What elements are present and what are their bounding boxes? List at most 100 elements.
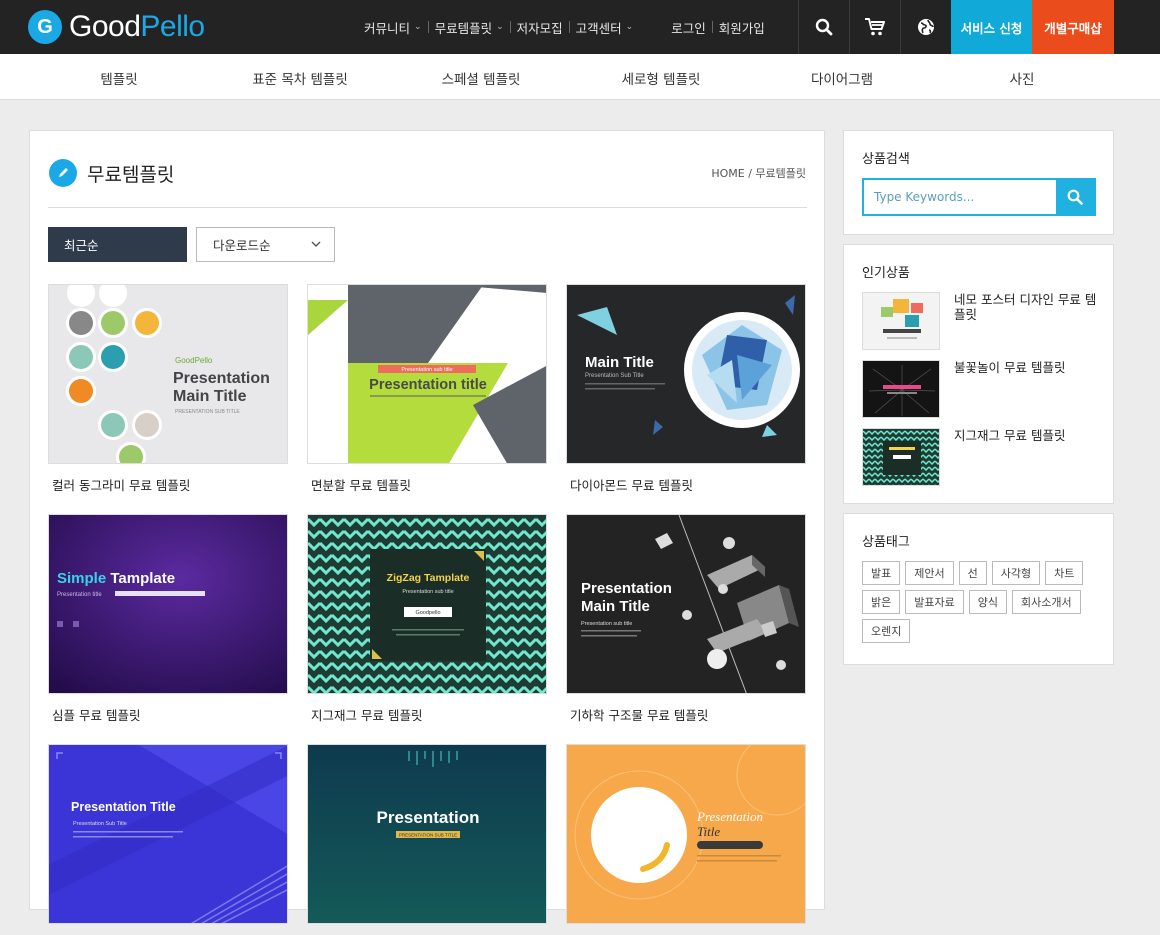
popular-products-widget: 인기상품 네모 포스터 디자인 무료 템플릿 불꽃놀이 무료 템플릿 지그재그 … bbox=[843, 244, 1114, 504]
tag[interactable]: 양식 bbox=[968, 590, 1007, 614]
menu-free-templates[interactable]: 무료템플릿 ⌄ bbox=[429, 18, 510, 37]
breadcrumb[interactable]: HOME / 무료템플릿 bbox=[711, 165, 806, 181]
search-icon bbox=[1067, 189, 1083, 205]
template-thumbnail[interactable]: GoodPello Presentation Main Title PRESEN… bbox=[48, 284, 288, 464]
template-title[interactable]: 컬러 동그라미 무료 템플릿 bbox=[52, 475, 288, 494]
popular-item[interactable]: 네모 포스터 디자인 무료 템플릿 bbox=[862, 292, 1096, 350]
thumb-subheading: Presentation Sub Title bbox=[73, 821, 127, 827]
sort-download-select[interactable]: 다운로드순 bbox=[196, 227, 335, 262]
menu-customer-center[interactable]: 고객센터 ⌄ bbox=[570, 18, 640, 37]
template-thumbnail[interactable]: Presentation Main Title Presentation sub… bbox=[566, 514, 806, 694]
tag[interactable]: 오렌지 bbox=[862, 619, 911, 643]
template-card[interactable]: Main Title Presentation Sub Title 다이아몬드 … bbox=[566, 284, 806, 494]
template-card[interactable]: ZigZag Tamplate Presentation sub title G… bbox=[307, 514, 547, 724]
tag[interactable]: 제안서 bbox=[905, 561, 954, 585]
template-card[interactable]: Simple Tamplate Presentation title 심플 무료… bbox=[48, 514, 288, 724]
menu-author-recruit-label: 저자모집 bbox=[516, 20, 563, 36]
template-card[interactable]: Presentation Main Title Presentation sub… bbox=[566, 514, 806, 724]
top-menu: 커뮤니티 ⌄ 무료템플릿 ⌄ 저자모집 고객센터 ⌄ 로그인 회원가입 bbox=[358, 0, 771, 54]
search-icon bbox=[815, 18, 833, 36]
page-title: 무료템플릿 bbox=[87, 164, 175, 186]
template-thumbnail[interactable]: Presentation PRESENTATION SUB TITLE bbox=[307, 744, 547, 924]
logo-text-good: Good bbox=[69, 10, 141, 43]
tag[interactable]: 사각형 bbox=[991, 561, 1041, 585]
template-title[interactable]: 심플 무료 템플릿 bbox=[52, 705, 288, 724]
popular-thumbnail[interactable] bbox=[862, 360, 940, 418]
search-button[interactable] bbox=[798, 0, 849, 54]
template-thumbnail[interactable]: ZigZag Tamplate Presentation sub title G… bbox=[307, 514, 547, 694]
login-link[interactable]: 로그인 bbox=[665, 18, 712, 37]
divider bbox=[48, 207, 807, 208]
template-title[interactable]: 지그재그 무료 템플릿 bbox=[311, 705, 547, 724]
cart-icon bbox=[865, 18, 885, 36]
tag[interactable]: 발표자료 bbox=[905, 590, 964, 614]
template-card[interactable]: GoodPello Presentation Main Title PRESEN… bbox=[48, 284, 288, 494]
tag[interactable]: 차트 bbox=[1045, 561, 1084, 585]
product-search-widget: 상품검색 bbox=[843, 130, 1114, 235]
thumb-subheading: PRESENTATION SUB TITLE bbox=[175, 409, 240, 415]
signup-link[interactable]: 회원가입 bbox=[713, 18, 771, 37]
template-thumbnail[interactable]: Simple Tamplate Presentation title bbox=[48, 514, 288, 694]
top-navigation-bar: G GoodPello 커뮤니티 ⌄ 무료템플릿 ⌄ 저자모집 고객센터 ⌄ 로그인 … bbox=[0, 0, 1160, 54]
menu-community[interactable]: 커뮤니티 ⌄ bbox=[358, 18, 428, 37]
search-form bbox=[862, 178, 1096, 216]
thumb-heading: ZigZag Tamplate bbox=[387, 572, 470, 584]
category-special[interactable]: 스페셜 템플릿 bbox=[442, 68, 521, 88]
category-diagram[interactable]: 다이어그램 bbox=[811, 68, 873, 88]
search-input[interactable] bbox=[864, 180, 1058, 214]
category-vertical[interactable]: 세로형 템플릿 bbox=[622, 68, 701, 88]
popular-item-title[interactable]: 지그재그 무료 템플릿 bbox=[954, 428, 1099, 443]
main-content-panel: 무료템플릿 HOME / 무료템플릿 최근순 다운로드순 GoodPello P… bbox=[29, 130, 825, 924]
template-thumbnail[interactable]: Main Title Presentation Sub Title bbox=[566, 284, 806, 464]
popular-item[interactable]: 지그재그 무료 템플릿 bbox=[862, 428, 1094, 486]
tag[interactable]: 선 bbox=[958, 561, 987, 585]
template-thumbnail[interactable]: Presentation Title Presentation Sub Titl… bbox=[48, 744, 288, 924]
widget-title: 인기상품 bbox=[862, 266, 910, 281]
product-tags-widget: 상품태그 발표 제안서 선 사각형 차트 밝은 발표자료 양식 회사소개서 오렌… bbox=[843, 513, 1114, 665]
thumb-subheading: PRESENTATION SUB TITLE bbox=[399, 833, 457, 838]
category-photo[interactable]: 사진 bbox=[1010, 68, 1035, 88]
template-card[interactable]: Presentation Title Presentation Sub Titl… bbox=[48, 744, 288, 935]
template-title[interactable]: 면분할 무료 템플릿 bbox=[311, 475, 547, 494]
thumb-heading: Presentation bbox=[696, 809, 763, 824]
template-card[interactable]: Presentation PRESENTATION SUB TITLE bbox=[307, 744, 547, 935]
template-card[interactable]: Presentation sub title Presentation titl… bbox=[307, 284, 547, 494]
popular-item-title[interactable]: 불꽃놀이 무료 템플릿 bbox=[954, 360, 1099, 375]
popular-item-title[interactable]: 네모 포스터 디자인 무료 템플릿 bbox=[954, 292, 1099, 322]
menu-author-recruit[interactable]: 저자모집 bbox=[511, 18, 569, 37]
tag[interactable]: 발표 bbox=[862, 561, 901, 585]
signup-link-label: 회원가입 bbox=[718, 20, 765, 36]
thumb-heading: Presentation bbox=[173, 370, 270, 387]
popular-thumbnail[interactable] bbox=[862, 292, 940, 350]
menu-customer-center-label: 고객센터 bbox=[575, 20, 622, 36]
language-button[interactable] bbox=[900, 0, 951, 54]
custom-order-button[interactable]: 개별구매샵 bbox=[1032, 0, 1114, 54]
cart-button[interactable] bbox=[849, 0, 900, 54]
thumb-heading: Presentation bbox=[581, 580, 672, 597]
site-logo[interactable]: G GoodPello bbox=[28, 9, 205, 45]
category-templates[interactable]: 템플릿 bbox=[100, 68, 137, 88]
tag[interactable]: 밝은 bbox=[862, 590, 901, 614]
sort-download-label: 다운로드순 bbox=[213, 238, 271, 253]
thumb-heading: Presentation bbox=[377, 808, 480, 827]
template-thumbnail[interactable]: Presentation Title bbox=[566, 744, 806, 924]
chevron-down-icon bbox=[311, 241, 321, 247]
chevron-down-icon: ⌄ bbox=[625, 22, 634, 32]
chevron-down-icon: ⌄ bbox=[496, 22, 504, 32]
template-title[interactable]: 기하학 구조물 무료 템플릿 bbox=[570, 705, 806, 724]
thumb-heading: Main Title bbox=[581, 598, 650, 615]
popular-item[interactable]: 불꽃놀이 무료 템플릿 bbox=[862, 360, 1094, 418]
popular-thumbnail[interactable] bbox=[862, 428, 940, 486]
search-submit-button[interactable] bbox=[1056, 180, 1094, 214]
tag[interactable]: 회사소개서 bbox=[1011, 590, 1081, 614]
template-thumbnail[interactable]: Presentation sub title Presentation titl… bbox=[307, 284, 547, 464]
logo-text-pello: Pello bbox=[140, 10, 205, 43]
logo-text: GoodPello bbox=[69, 10, 205, 44]
thumb-brand: GoodPello bbox=[175, 356, 213, 365]
category-standard-toc[interactable]: 표준 목차 템플릿 bbox=[252, 68, 348, 88]
template-card[interactable]: Presentation Title bbox=[566, 744, 806, 935]
template-title[interactable]: 다이아몬드 무료 템플릿 bbox=[570, 475, 806, 494]
thumb-heading: Title bbox=[697, 824, 720, 839]
service-request-button[interactable]: 서비스 신청 bbox=[951, 0, 1032, 54]
sort-recent-button[interactable]: 최근순 bbox=[48, 227, 187, 262]
